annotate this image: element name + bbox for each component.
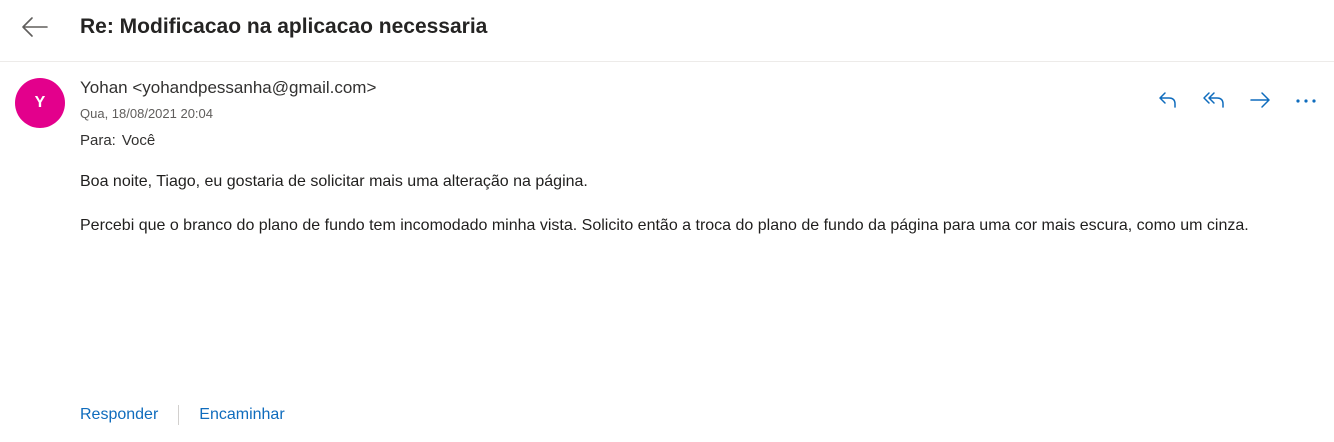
- footer-actions: Responder Encaminhar: [80, 405, 285, 425]
- reply-icon: [1159, 92, 1176, 108]
- more-icon: [1296, 99, 1316, 103]
- more-actions-button[interactable]: [1290, 86, 1322, 114]
- email-body: Boa noite, Tiago, eu gostaria de solicit…: [80, 171, 1320, 259]
- message-actions: [1152, 86, 1322, 114]
- reply-button[interactable]: [1152, 86, 1184, 114]
- back-button[interactable]: [18, 12, 52, 42]
- recipient-line: Para: Você: [80, 132, 155, 149]
- email-subject: Re: Modificacao na aplicacao necessaria: [80, 15, 488, 38]
- back-arrow-icon: [22, 17, 48, 37]
- reply-all-icon: [1203, 92, 1224, 108]
- reply-all-button[interactable]: [1198, 86, 1230, 114]
- avatar-initial: Y: [34, 94, 46, 111]
- recipient-name[interactable]: Você: [122, 132, 155, 149]
- reply-link[interactable]: Responder: [80, 406, 158, 424]
- to-label: Para:: [80, 132, 116, 149]
- forward-button[interactable]: [1244, 86, 1276, 114]
- footer-divider: [178, 405, 180, 425]
- body-paragraph: Boa noite, Tiago, eu gostaria de solicit…: [80, 173, 588, 190]
- avatar: Y: [15, 78, 65, 128]
- message-header: Re: Modificacao na aplicacao necessaria: [0, 0, 1334, 62]
- forward-link[interactable]: Encaminhar: [199, 406, 284, 424]
- body-paragraph: Percebi que o branco do plano de fundo t…: [80, 217, 1249, 234]
- sender-name[interactable]: Yohan <yohandpessanha@gmail.com>: [80, 78, 376, 98]
- forward-icon: [1250, 92, 1270, 108]
- sent-date: Qua, 18/08/2021 20:04: [80, 106, 214, 121]
